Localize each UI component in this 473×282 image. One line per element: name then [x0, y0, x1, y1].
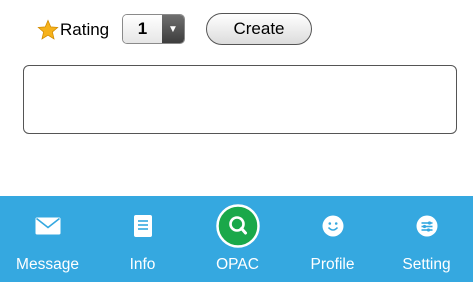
- tab-message[interactable]: Message: [0, 196, 95, 282]
- tab-info-label: Info: [129, 256, 156, 273]
- comment-textarea[interactable]: [23, 65, 457, 134]
- dropdown-arrow-icon: ▼: [162, 15, 184, 43]
- star-icon: [37, 19, 59, 40]
- tab-profile-label: Profile: [310, 256, 355, 273]
- envelope-icon: [35, 217, 60, 235]
- tab-setting[interactable]: Setting: [380, 196, 473, 282]
- search-icon: [215, 204, 260, 248]
- rating-label: Rating: [60, 20, 110, 39]
- tab-opac[interactable]: OPAC: [190, 196, 285, 282]
- bottom-tab-bar: Message Info OPAC Profile Setting: [0, 196, 473, 282]
- rating-select-value: 1: [123, 15, 162, 43]
- smiley-icon: [322, 215, 343, 237]
- create-button[interactable]: Create: [206, 13, 312, 45]
- tab-info[interactable]: Info: [95, 196, 190, 282]
- tab-opac-label: OPAC: [216, 256, 259, 273]
- tab-profile[interactable]: Profile: [285, 196, 380, 282]
- sliders-icon: [416, 215, 437, 237]
- document-icon: [133, 215, 152, 237]
- tab-setting-label: Setting: [402, 256, 451, 273]
- tab-message-label: Message: [16, 256, 79, 273]
- rating-row: Rating: [37, 13, 109, 47]
- rating-select[interactable]: 1 ▼: [122, 14, 185, 44]
